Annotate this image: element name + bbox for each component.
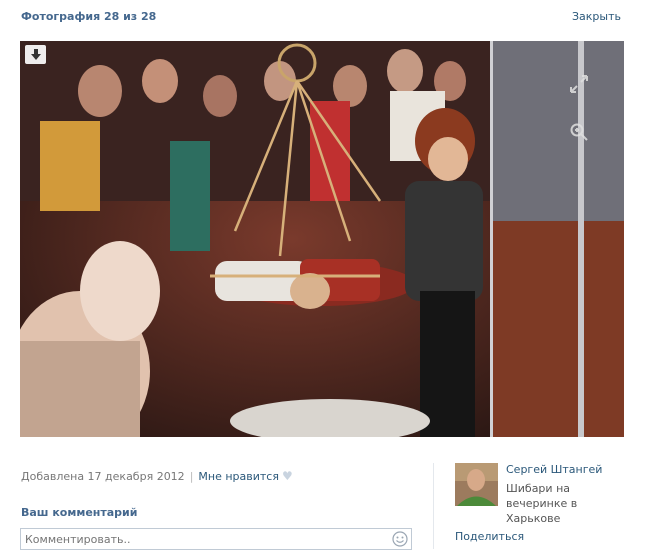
meta-separator: | bbox=[189, 470, 194, 483]
like-link[interactable]: Мне нравится bbox=[198, 470, 279, 483]
comment-label: Ваш комментарий bbox=[21, 506, 138, 519]
zoom-button[interactable] bbox=[568, 121, 590, 143]
photo-image bbox=[20, 41, 624, 437]
photo-meta: Добавлена 17 декабря 2012 | Мне нравится ♥ bbox=[21, 469, 293, 483]
author-name[interactable]: Сергей Штангей bbox=[506, 463, 602, 476]
zoom-icon bbox=[570, 123, 588, 141]
fullscreen-button[interactable] bbox=[568, 73, 590, 95]
comment-input[interactable] bbox=[21, 529, 385, 549]
download-button[interactable] bbox=[25, 45, 46, 64]
photo-viewer-image[interactable] bbox=[20, 41, 624, 437]
photo-description: Шибари на вечеринке в Харькове bbox=[506, 482, 578, 525]
heart-icon[interactable]: ♥ bbox=[282, 469, 293, 483]
close-link[interactable]: Закрыть bbox=[572, 10, 621, 23]
share-link[interactable]: Поделиться bbox=[455, 530, 524, 543]
column-divider bbox=[433, 463, 434, 549]
avatar-image bbox=[455, 463, 498, 506]
added-date: Добавлена 17 декабря 2012 bbox=[21, 470, 185, 483]
photo-counter-title: Фотография 28 из 28 bbox=[21, 10, 157, 23]
smile-icon[interactable] bbox=[392, 531, 408, 547]
download-icon bbox=[30, 48, 41, 60]
avatar[interactable] bbox=[455, 463, 498, 506]
comment-box[interactable] bbox=[20, 528, 412, 550]
fullscreen-icon bbox=[570, 75, 588, 93]
